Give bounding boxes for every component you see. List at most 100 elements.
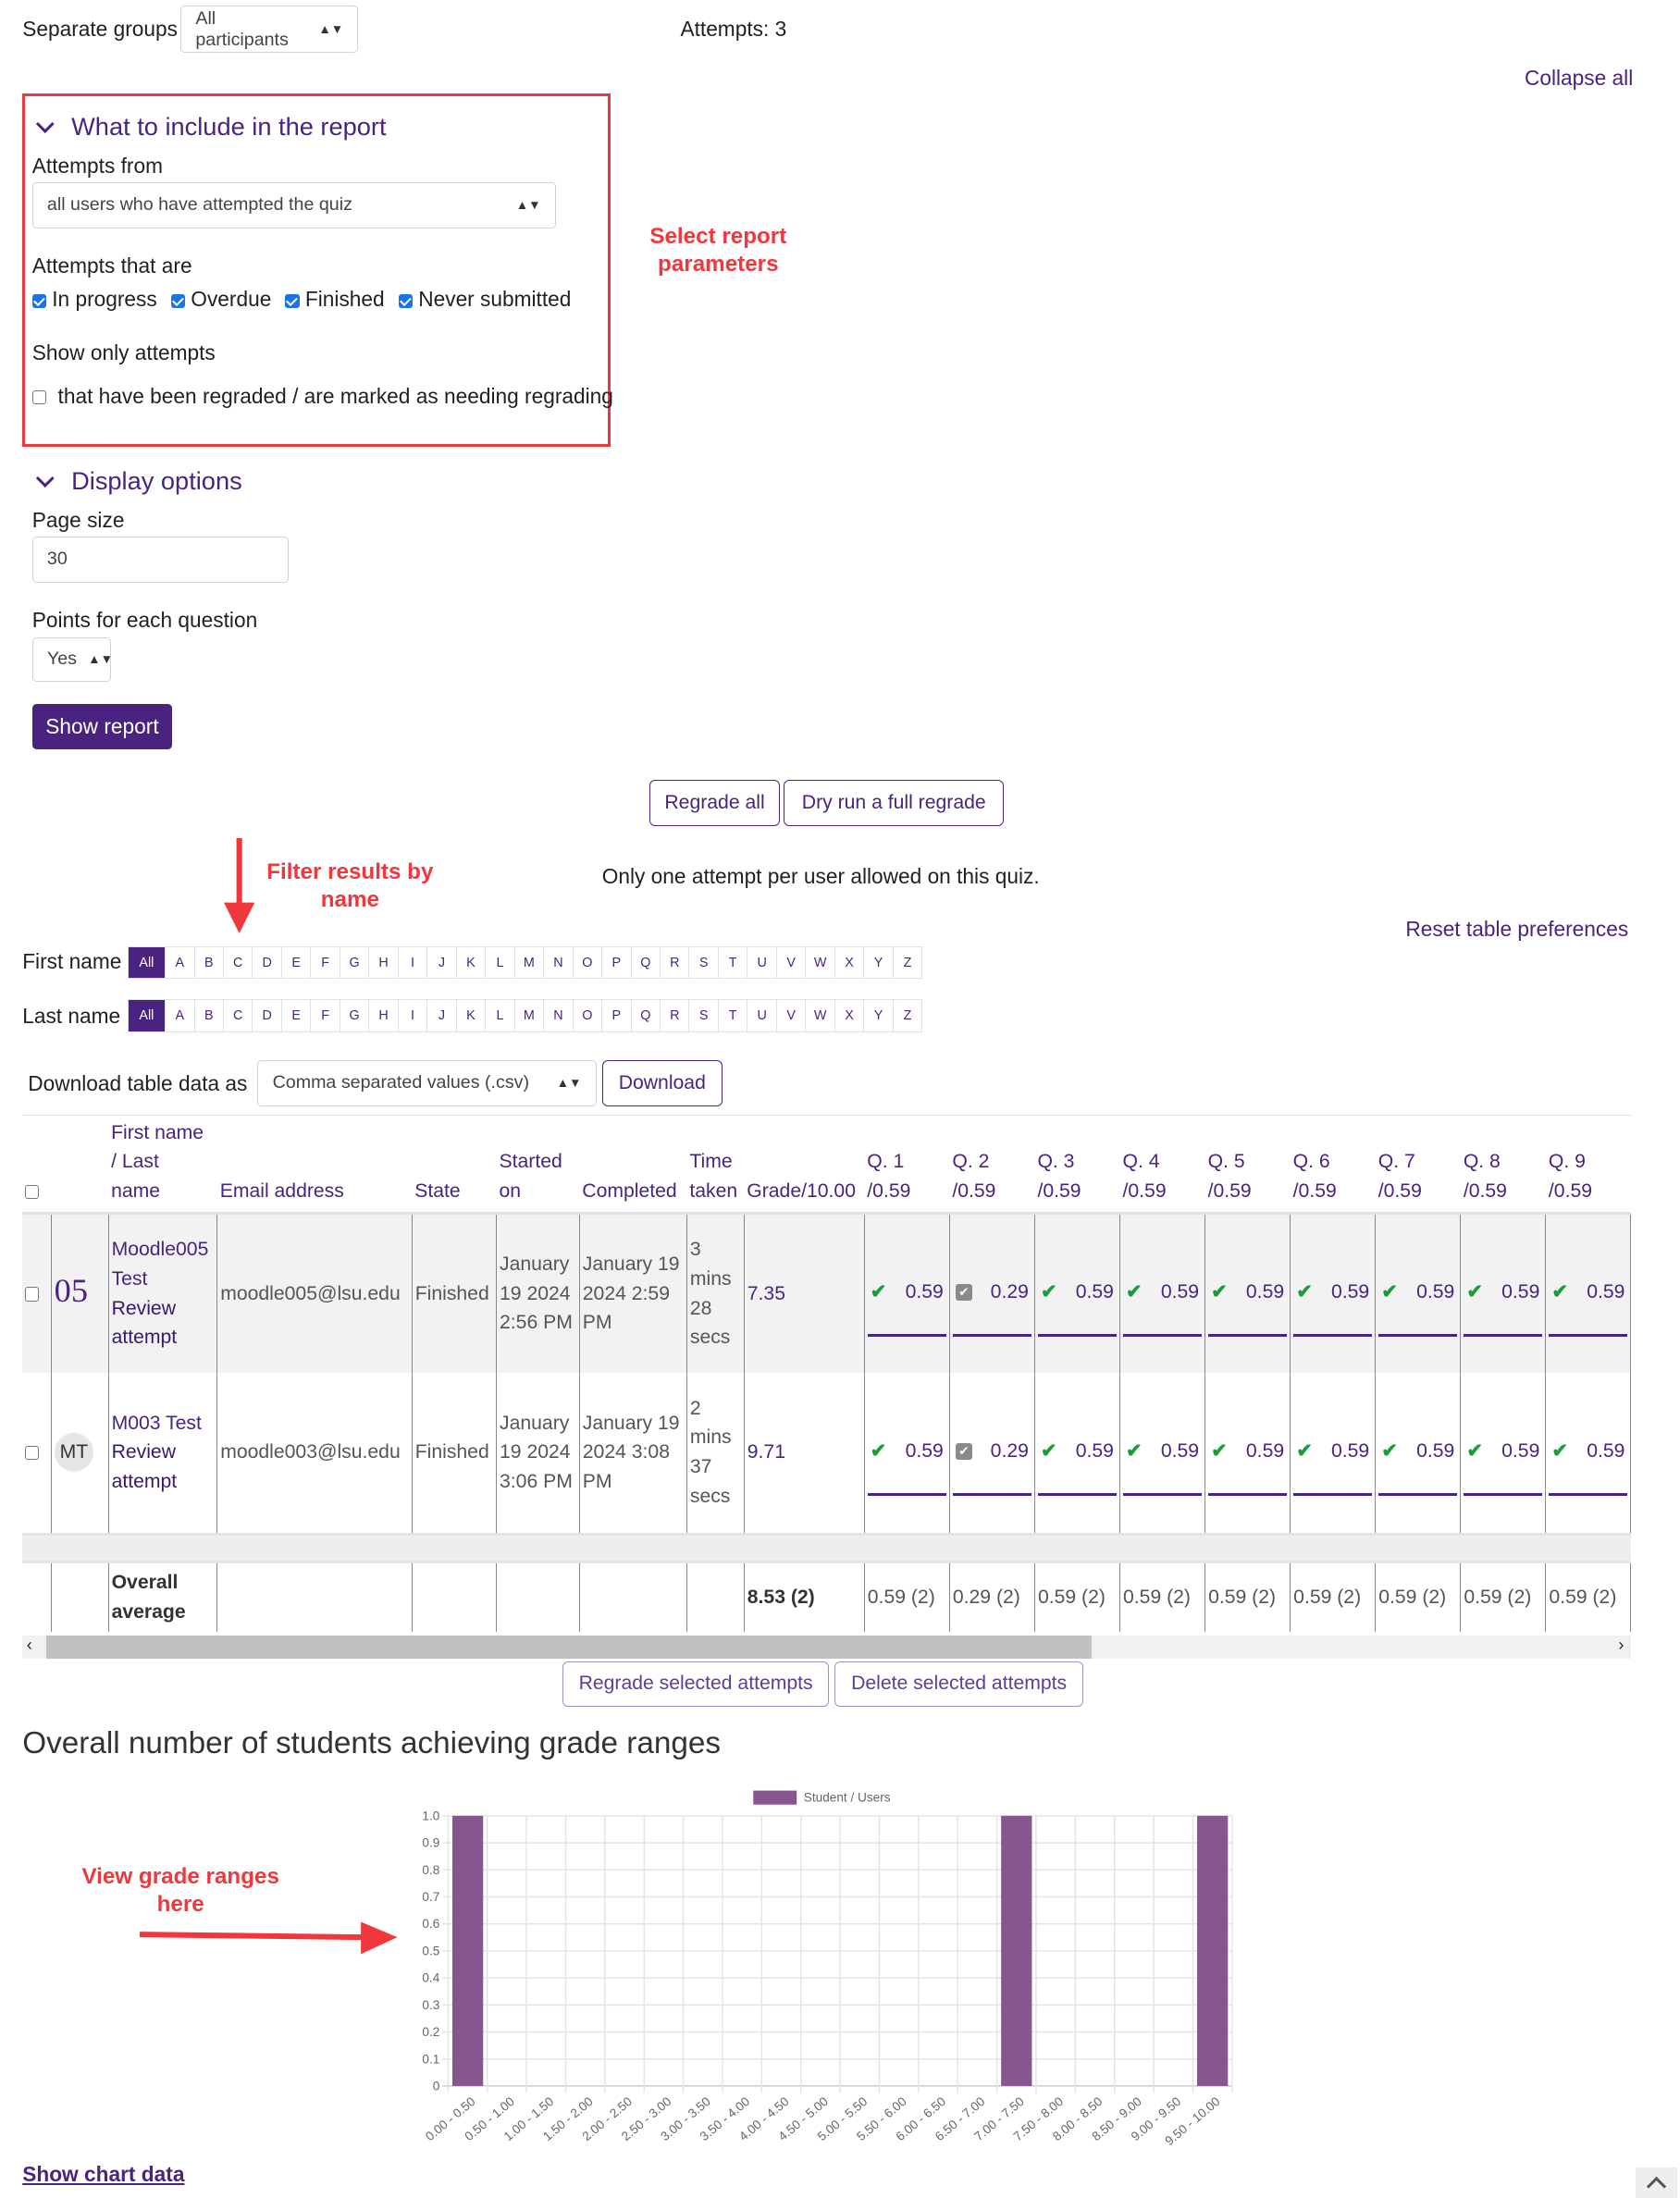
download-format-select[interactable]: Comma separated values (.csv) ▲▼ [257,1059,597,1106]
question-mark-link[interactable]: ✔ 0.59 [1123,1251,1203,1338]
last-initial-letter[interactable]: K [455,1000,485,1031]
email-header[interactable]: Email address [217,1116,413,1214]
question-mark-link[interactable]: ✔ 0.59 [867,1251,946,1338]
horizontal-scrollbar[interactable]: ‹ › [22,1635,1631,1660]
first-initial-letter[interactable]: A [165,946,193,979]
first-initial-letter[interactable]: E [280,946,310,979]
last-initial-letter[interactable]: D [252,1000,280,1031]
question-mark-link[interactable]: ✔ 0.59 [1549,1251,1628,1338]
completed-header[interactable]: Completed [579,1116,686,1214]
state-finished[interactable]: Finished [285,287,385,312]
last-initial-letter[interactable]: X [834,1000,863,1031]
row-checkbox[interactable] [25,1446,40,1461]
avatar[interactable]: 05 [55,1272,88,1309]
scrollbar-thumb[interactable] [45,1635,1093,1660]
last-initial-letter[interactable]: M [513,1000,543,1031]
state-never-submitted[interactable]: Never submitted [398,287,571,312]
question-mark-link[interactable]: ✔ 0.59 [1464,1409,1543,1497]
reset-table-preferences-link[interactable]: Reset table preferences [1405,917,1628,942]
checkbox[interactable] [31,390,46,405]
select-all-checkbox[interactable] [25,1185,40,1200]
first-initial-letter[interactable]: S [688,946,717,979]
question-mark-link[interactable]: ✔ 0.59 [1549,1409,1628,1497]
checkbox[interactable] [170,293,185,308]
first-initial-letter[interactable]: Q [630,946,660,979]
groups-select[interactable]: All participants ▲▼ [180,6,359,54]
review-attempt-link[interactable]: Review attempt [112,1298,178,1349]
first-initial-letter[interactable]: M [513,946,543,979]
first-initial-letter[interactable]: F [310,946,339,979]
first-initial-letter[interactable]: C [222,946,252,979]
first-initial-letter[interactable]: B [193,946,223,979]
name-header[interactable]: First name / Last name [108,1116,217,1214]
first-initial-letter[interactable]: J [426,946,455,979]
last-initial-letter[interactable]: G [339,1000,368,1031]
last-initial-letter[interactable]: J [426,1000,455,1031]
collapse-all-link[interactable]: Collapse all [1525,66,1633,91]
state-header[interactable]: State [412,1116,496,1214]
last-initial-letter[interactable]: P [601,1000,630,1031]
last-initial-letter[interactable]: E [280,1000,310,1031]
grade-header[interactable]: Grade/10.00 [744,1116,864,1214]
first-initial-letter[interactable]: N [543,946,572,979]
first-initial-letter[interactable]: X [834,946,863,979]
show-report-button[interactable]: Show report [31,704,173,749]
question-mark-link[interactable]: ✔ 0.29 [952,1409,1031,1497]
last-initial-letter[interactable]: N [543,1000,572,1031]
last-initial-letter[interactable]: O [572,1000,601,1031]
download-button[interactable]: Download [601,1059,723,1106]
first-initial-all[interactable]: All [128,946,166,979]
question-header[interactable]: Q. 9/0.59 [1546,1116,1631,1214]
first-initial-letter[interactable]: V [775,946,805,979]
last-initial-letter[interactable]: B [193,1000,223,1031]
row-checkbox[interactable] [25,1287,40,1302]
first-initial-letter[interactable]: Y [863,946,892,979]
scroll-left-icon[interactable]: ‹ [27,1636,32,1655]
question-mark-link[interactable]: ✔ 0.59 [1037,1409,1117,1497]
page-size-input[interactable]: 30 [31,536,289,583]
question-header[interactable]: Q. 3/0.59 [1034,1116,1119,1214]
delete-selected-button[interactable]: Delete selected attempts [834,1661,1084,1707]
back-to-top-button[interactable] [1635,2167,1677,2198]
time-header[interactable]: Time taken [686,1116,744,1214]
last-initial-letter[interactable]: Y [863,1000,892,1031]
last-initial-letter[interactable]: Z [892,1000,921,1031]
last-initial-letter[interactable]: F [310,1000,339,1031]
question-header[interactable]: Q. 1/0.59 [864,1116,949,1214]
state-overdue[interactable]: Overdue [170,287,271,312]
first-initial-letter[interactable]: L [485,946,513,979]
last-initial-letter[interactable]: R [660,1000,688,1031]
first-initial-letter[interactable]: U [747,946,775,979]
last-initial-letter[interactable]: A [165,1000,193,1031]
last-initial-letter[interactable]: L [485,1000,513,1031]
first-initial-letter[interactable]: H [368,946,397,979]
user-name-link[interactable]: Moodle005 Test [112,1239,209,1290]
first-initial-letter[interactable]: W [805,946,834,979]
first-initial-letter[interactable]: P [601,946,630,979]
last-initial-letter[interactable]: H [368,1000,397,1031]
include-section-toggle[interactable]: What to include in the report [33,112,387,142]
regrade-selected-button[interactable]: Regrade selected attempts [562,1661,829,1707]
first-initial-letter[interactable]: O [572,946,601,979]
question-mark-link[interactable]: ✔ 0.59 [867,1409,946,1497]
question-mark-link[interactable]: ✔ 0.59 [1123,1409,1203,1497]
question-mark-link[interactable]: ✔ 0.59 [1293,1251,1373,1338]
last-initial-letter[interactable]: T [717,1000,747,1031]
question-mark-link[interactable]: ✔ 0.59 [1378,1251,1458,1338]
last-initial-letter[interactable]: C [222,1000,252,1031]
last-initial-letter[interactable]: V [775,1000,805,1031]
user-name-link[interactable]: M003 Test [112,1413,202,1434]
question-mark-link[interactable]: ✔ 0.29 [952,1251,1031,1338]
regrade-all-button[interactable]: Regrade all [649,779,780,826]
points-select[interactable]: Yes ▲▼ [31,636,113,682]
grade-link[interactable]: 9.71 [747,1441,785,1463]
started-header[interactable]: Started on [497,1116,580,1214]
last-initial-letter[interactable]: W [805,1000,834,1031]
question-header[interactable]: Q. 2/0.59 [949,1116,1034,1214]
question-mark-link[interactable]: ✔ 0.59 [1464,1251,1543,1338]
question-mark-link[interactable]: ✔ 0.59 [1037,1251,1117,1338]
first-initial-letter[interactable]: D [252,946,280,979]
grade-link[interactable]: 7.35 [747,1283,785,1304]
review-attempt-link[interactable]: Review attempt [112,1441,178,1492]
question-header[interactable]: Q. 6/0.59 [1291,1116,1376,1214]
